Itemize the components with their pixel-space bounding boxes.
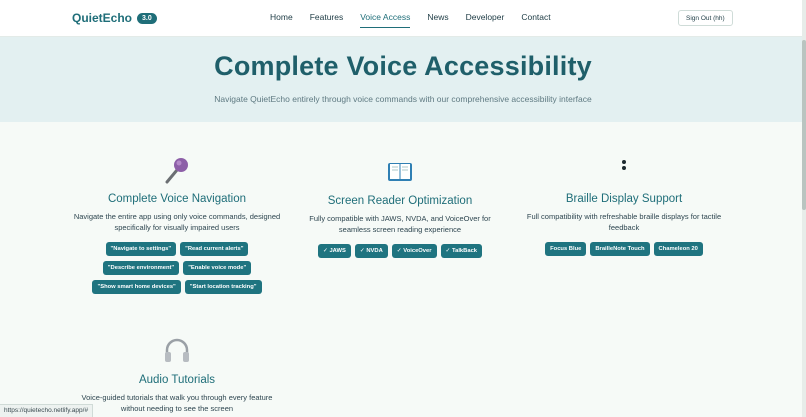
link-preview-status: https://quietecho.netlify.app/#	[0, 404, 94, 417]
screen-reader-chip: ✓ JAWS	[317, 244, 351, 258]
feature-description: Fully compatible with JAWS, NVDA, and Vo…	[309, 214, 491, 234]
braille-device-chip: BrailleNote Touch	[590, 242, 650, 256]
page-title: Complete Voice Accessibility	[214, 51, 592, 81]
hero-section: Complete Voice Accessibility Navigate Qu…	[0, 37, 806, 122]
nav-link-developer[interactable]: Developer	[466, 12, 505, 28]
voice-command-chip: "Show smart home devices"	[92, 280, 181, 294]
voice-command-chip: "Enable voice mode"	[183, 261, 252, 275]
braille-device-list: Focus Blue BrailleNote Touch Chameleon 2…	[514, 242, 734, 256]
voice-command-chip: "Describe environment"	[102, 261, 180, 275]
page-subtitle: Navigate QuietEcho entirely through voic…	[214, 94, 592, 104]
scrollbar-thumb[interactable]	[802, 40, 806, 210]
sign-out-button[interactable]: Sign Out (hh)	[678, 10, 733, 26]
nav-link-contact[interactable]: Contact	[521, 12, 550, 28]
nav-link-home[interactable]: Home	[270, 12, 293, 28]
braille-icon	[622, 160, 626, 170]
version-badge: 3.0	[137, 12, 157, 24]
brand[interactable]: QuietEcho 3.0	[72, 11, 157, 25]
feature-voice-navigation: Complete Voice Navigation Navigate the e…	[67, 155, 287, 294]
nav-link-features[interactable]: Features	[310, 12, 344, 28]
braille-device-chip: Chameleon 20	[653, 242, 703, 256]
voice-command-chip: "Read current alerts"	[180, 242, 249, 256]
top-navbar: QuietEcho 3.0 Home Features Voice Access…	[0, 0, 806, 37]
feature-description: Full compatibility with refreshable brai…	[526, 212, 722, 232]
page-scrollbar[interactable]	[802, 0, 806, 417]
braille-device-chip: Focus Blue	[545, 242, 587, 256]
headphones-icon	[165, 338, 189, 362]
feature-braille-support: Braille Display Support Full compatibili…	[514, 155, 734, 256]
feature-description: Voice-guided tutorials that walk you thr…	[81, 393, 273, 413]
screen-reader-chip: ✓ TalkBack	[440, 244, 483, 258]
feature-screen-reader: Screen Reader Optimization Fully compati…	[290, 157, 510, 258]
microphone-icon	[165, 158, 188, 184]
feature-title: Complete Voice Navigation	[107, 193, 247, 205]
feature-title: Audio Tutorials	[138, 374, 216, 386]
feature-description: Navigate the entire app using only voice…	[73, 212, 281, 232]
feature-title: Screen Reader Optimization	[327, 195, 473, 207]
nav-link-voice-access[interactable]: Voice Access	[360, 12, 411, 28]
voice-command-chip: "Start location tracking"	[184, 280, 262, 294]
screen-reader-list: ✓ JAWS ✓ NVDA ✓ VoiceOver ✓ TalkBack	[290, 244, 510, 258]
screen-reader-chip: ✓ VoiceOver	[391, 244, 437, 258]
feature-title: Braille Display Support	[565, 193, 683, 205]
voice-command-chip: "Navigate to settings"	[105, 242, 177, 256]
nav-menu: Home Features Voice Access News Develope…	[270, 12, 568, 28]
brand-name[interactable]: QuietEcho	[72, 11, 132, 25]
screen-reader-chip: ✓ NVDA	[354, 244, 388, 258]
feature-audio-tutorials: Audio Tutorials Voice-guided tutorials t…	[67, 336, 287, 414]
voice-command-list: "Navigate to settings" "Read current ale…	[67, 242, 287, 294]
book-icon	[388, 163, 412, 181]
nav-link-news[interactable]: News	[427, 12, 448, 28]
